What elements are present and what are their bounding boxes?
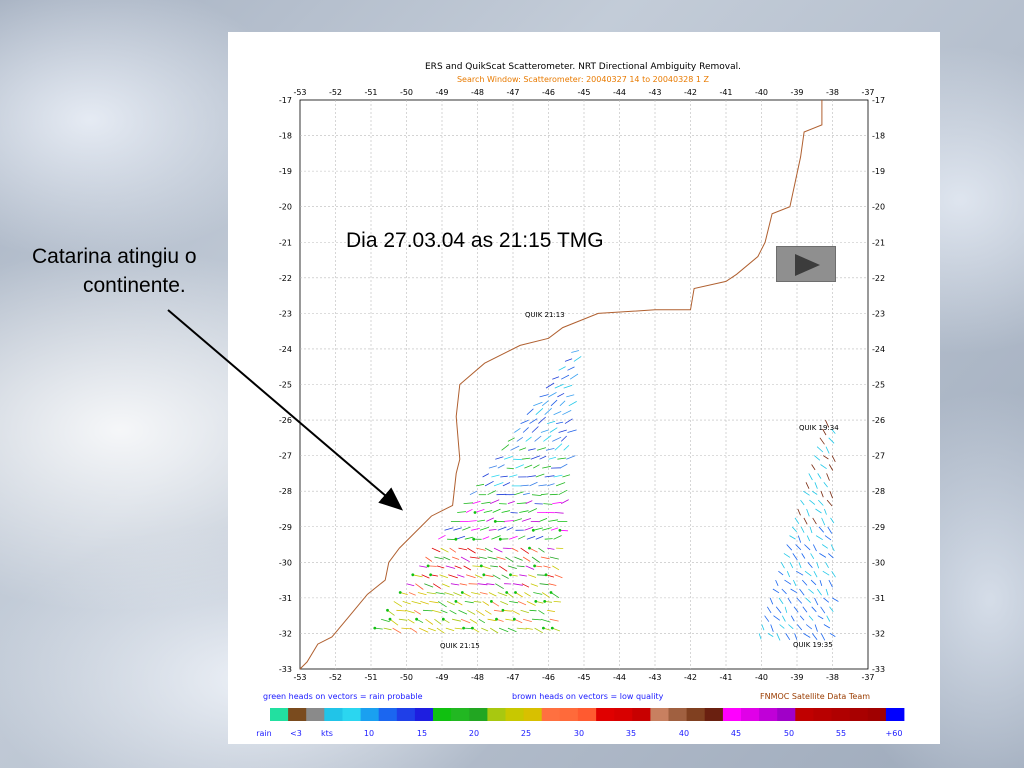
arrow-line [167, 309, 404, 511]
pointer-arrow [167, 309, 404, 511]
